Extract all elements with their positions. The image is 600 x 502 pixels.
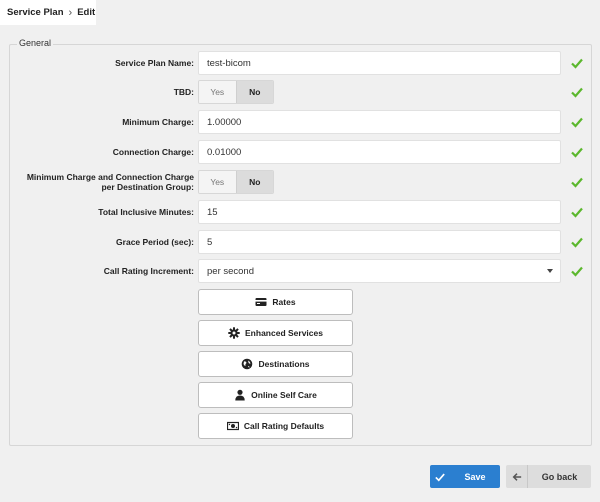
save-button-label: Save — [464, 471, 486, 482]
min-conn-group-row: Minimum Charge and Connection Charge per… — [0, 170, 600, 194]
breadcrumb-section[interactable]: Service Plan — [7, 7, 64, 18]
min-charge-label: Minimum Charge: — [122, 117, 194, 127]
call-rating-defaults-button[interactable]: Call Rating Defaults — [198, 413, 353, 439]
check-icon — [430, 472, 450, 482]
money-bill-icon — [226, 420, 239, 432]
plan-name-input[interactable]: test-bicom — [198, 51, 561, 75]
conn-charge-input[interactable]: 0.01000 — [198, 140, 561, 164]
fieldset-legend: General — [17, 38, 54, 48]
go-back-button[interactable]: Go back — [506, 465, 591, 488]
rates-button-label: Rates — [272, 297, 296, 307]
destinations-button-label: Destinations — [258, 359, 310, 369]
tbd-toggle: Yes No — [198, 80, 274, 104]
breadcrumb-current: Edit — [77, 7, 96, 18]
user-icon — [234, 389, 246, 401]
check-icon — [571, 147, 583, 158]
save-button[interactable]: Save — [430, 465, 500, 488]
tbd-row: TBD: Yes No — [0, 80, 600, 104]
conn-charge-row: Connection Charge: 0.01000 — [0, 140, 600, 164]
grace-period-row: Grace Period (sec): 5 — [0, 230, 600, 254]
min-conn-group-label-line2: per Destination Group: — [101, 182, 194, 192]
tbd-yes-option[interactable]: Yes — [199, 81, 236, 103]
min-conn-group-label: Minimum Charge and Connection Charge per… — [4, 170, 194, 194]
inclusive-minutes-row: Total Inclusive Minutes: 15 — [0, 200, 600, 224]
gear-icon — [228, 327, 240, 339]
min-charge-input[interactable]: 1.00000 — [198, 110, 561, 134]
grace-period-input[interactable]: 5 — [198, 230, 561, 254]
enhanced-services-button-label: Enhanced Services — [245, 328, 323, 338]
plan-name-row: Service Plan Name: test-bicom — [0, 51, 600, 75]
chevron-right-icon: › — [68, 6, 73, 19]
check-icon — [571, 87, 583, 98]
check-icon — [571, 207, 583, 218]
rates-button[interactable]: Rates — [198, 289, 353, 315]
online-self-care-button-label: Online Self Care — [251, 390, 317, 400]
inclusive-minutes-input[interactable]: 15 — [198, 200, 561, 224]
caret-down-icon — [547, 269, 553, 273]
min-charge-row: Minimum Charge: 1.00000 — [0, 110, 600, 134]
destinations-button[interactable]: Destinations — [198, 351, 353, 377]
check-icon — [571, 117, 583, 128]
rating-increment-row: Call Rating Increment: per second — [0, 259, 600, 283]
min-conn-group-toggle: Yes No — [198, 170, 274, 194]
check-icon — [571, 237, 583, 248]
rating-increment-value: per second — [207, 265, 255, 277]
check-icon — [571, 58, 583, 69]
go-back-button-label: Go back — [541, 471, 578, 482]
min-conn-group-yes-option[interactable]: Yes — [199, 171, 236, 193]
check-icon — [571, 266, 583, 277]
rating-increment-label: Call Rating Increment: — [103, 266, 194, 276]
grace-period-label: Grace Period (sec): — [116, 237, 194, 247]
conn-charge-label: Connection Charge: — [112, 147, 194, 157]
enhanced-services-button[interactable]: Enhanced Services — [198, 320, 353, 346]
globe-icon — [241, 358, 253, 370]
rating-increment-select[interactable]: per second — [198, 259, 561, 283]
breadcrumb: Service Plan › Edit — [0, 0, 96, 25]
plan-name-label: Service Plan Name: — [115, 58, 194, 68]
check-icon — [571, 177, 583, 188]
inclusive-minutes-label: Total Inclusive Minutes: — [98, 207, 194, 217]
online-self-care-button[interactable]: Online Self Care — [198, 382, 353, 408]
arrow-left-icon — [506, 465, 528, 488]
tbd-label: TBD: — [173, 87, 194, 97]
call-rating-defaults-button-label: Call Rating Defaults — [243, 421, 325, 431]
min-conn-group-no-option[interactable]: No — [235, 171, 273, 193]
tbd-no-option[interactable]: No — [235, 81, 273, 103]
min-conn-group-label-line1: Minimum Charge and Connection Charge — [26, 172, 194, 182]
credit-card-icon — [255, 296, 267, 308]
